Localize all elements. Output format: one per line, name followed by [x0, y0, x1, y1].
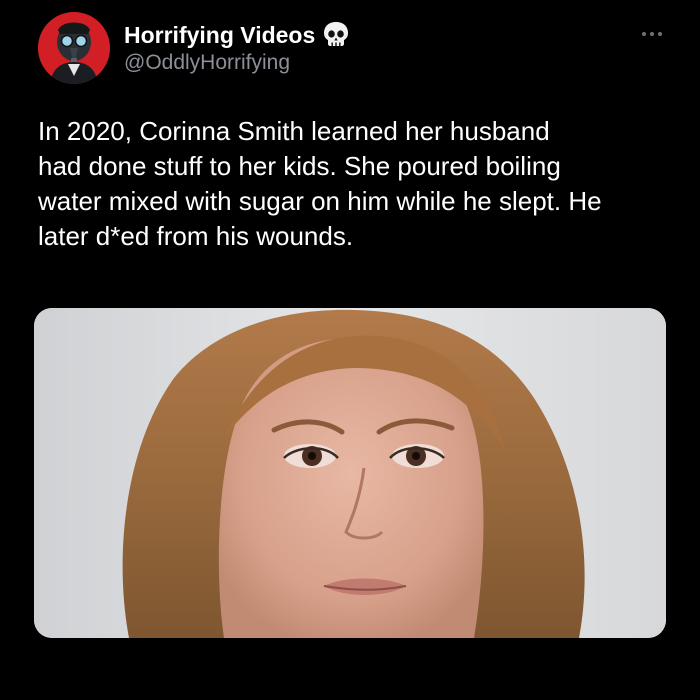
- tweet-photo[interactable]: [34, 308, 666, 638]
- author-avatar[interactable]: [38, 12, 110, 84]
- more-options-button[interactable]: [642, 28, 662, 40]
- tweet-text: In 2020, Corinna Smith learned her husba…: [38, 116, 602, 251]
- portrait-photo: [34, 308, 666, 638]
- skull-icon: [324, 22, 349, 46]
- plague-mask-avatar-icon: [38, 12, 110, 84]
- author-name-row: Horrifying Videos: [124, 20, 349, 50]
- more-options-icon-dot: [650, 32, 654, 36]
- more-options-icon: [642, 32, 646, 36]
- author-display-name[interactable]: Horrifying Videos: [124, 22, 315, 49]
- author-handle[interactable]: @OddlyHorrifying: [124, 51, 290, 75]
- tweet-card: Horrifying Videos @OddlyHorrifying In 20…: [0, 0, 700, 700]
- more-options-icon-dot: [658, 32, 662, 36]
